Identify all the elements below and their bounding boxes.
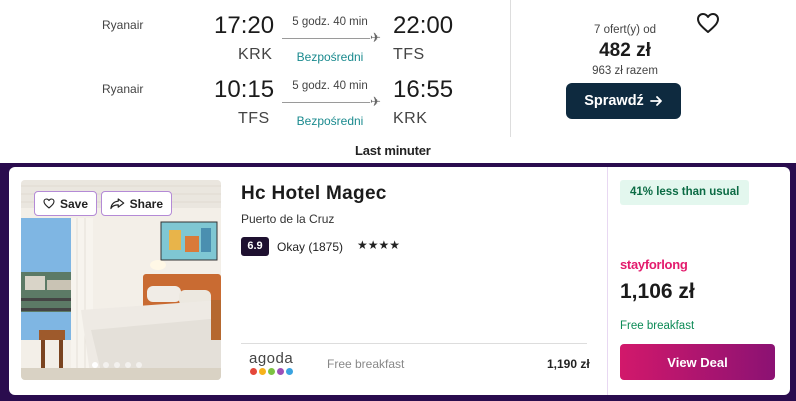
agoda-logo-text: agoda (249, 350, 294, 367)
plane-icon: ✈ (370, 30, 381, 45)
plane-icon: ✈ (370, 94, 381, 109)
pagination-dot[interactable] (136, 362, 142, 368)
route-line (282, 102, 370, 103)
divider (241, 343, 587, 344)
airline-name: Ryanair (102, 82, 144, 96)
star-rating-icon: ★★★★ (357, 238, 401, 252)
stops-label: Bezpośredni (296, 114, 364, 128)
flight-duration: 5 godz. 40 min (292, 80, 368, 92)
route-line (282, 38, 370, 39)
lastminuter-logo: Last minuter (355, 143, 431, 158)
departure-time: 17:20 (214, 12, 275, 39)
flight-leg-return: Ryanair 10:15 5 godz. 40 min ✈ Bezpośred… (0, 74, 510, 136)
deal-price[interactable]: 1,190 zł (547, 357, 590, 371)
offers-count: 7 ofert(y) od (594, 24, 656, 36)
save-button[interactable]: Save (34, 191, 97, 216)
pagination-dot[interactable] (125, 362, 131, 368)
pagination-dot[interactable] (92, 362, 98, 368)
best-deal-note: Free breakfast (620, 320, 695, 332)
stops-label: Bezpośredni (296, 50, 364, 64)
agoda-logo[interactable]: agoda (249, 350, 299, 375)
hotel-section: Save Share Hc Hotel Magec Puerto de la C… (0, 163, 796, 401)
pagination-dot[interactable] (114, 362, 120, 368)
photo-pagination (92, 362, 142, 368)
heart-icon (43, 198, 55, 209)
divider (510, 0, 511, 137)
arrival-time: 16:55 (393, 76, 454, 103)
share-button[interactable]: Share (101, 191, 172, 216)
rating-text: Okay (1875) (277, 240, 344, 254)
pagination-dot[interactable] (103, 362, 109, 368)
divider (607, 167, 608, 395)
check-button[interactable]: Sprawdź (566, 83, 681, 119)
hotel-card[interactable]: Save Share Hc Hotel Magec Puerto de la C… (9, 167, 790, 395)
arrow-right-icon (649, 96, 662, 106)
deal-note: Free breakfast (327, 357, 405, 371)
save-flight-heart-icon[interactable] (696, 12, 720, 34)
agoda-logo-dots (250, 368, 299, 375)
departure-airport: TFS (238, 110, 270, 127)
hotel-location: Puerto de la Cruz (241, 212, 335, 226)
departure-airport: KRK (238, 46, 273, 63)
flight-price: 482 zł (599, 40, 651, 61)
flight-card: Ryanair 17:20 5 godz. 40 min ✈ Bezpośred… (0, 0, 796, 163)
hotel-photo[interactable]: Save Share (21, 180, 221, 380)
flight-total-price: 963 zł razem (592, 65, 658, 77)
check-button-label: Sprawdź (584, 93, 644, 109)
hotel-name[interactable]: Hc Hotel Magec (241, 183, 387, 205)
flight-leg-outbound: Ryanair 17:20 5 godz. 40 min ✈ Bezpośred… (0, 10, 510, 72)
share-button-label: Share (129, 196, 163, 211)
departure-time: 10:15 (214, 76, 275, 103)
arrival-airport: TFS (393, 46, 425, 63)
best-price: 1,106 zł (620, 280, 695, 303)
airline-name: Ryanair (102, 18, 144, 32)
flight-duration: 5 godz. 40 min (292, 16, 368, 28)
arrival-airport: KRK (393, 110, 428, 127)
view-deal-button[interactable]: View Deal (620, 344, 775, 380)
save-button-label: Save (59, 196, 88, 211)
arrival-time: 22:00 (393, 12, 454, 39)
stayforlong-logo: stayforlong (620, 257, 688, 272)
rating-badge: 6.9 (241, 237, 269, 256)
share-icon (110, 198, 125, 210)
price-drop-badge: 41% less than usual (620, 180, 750, 205)
